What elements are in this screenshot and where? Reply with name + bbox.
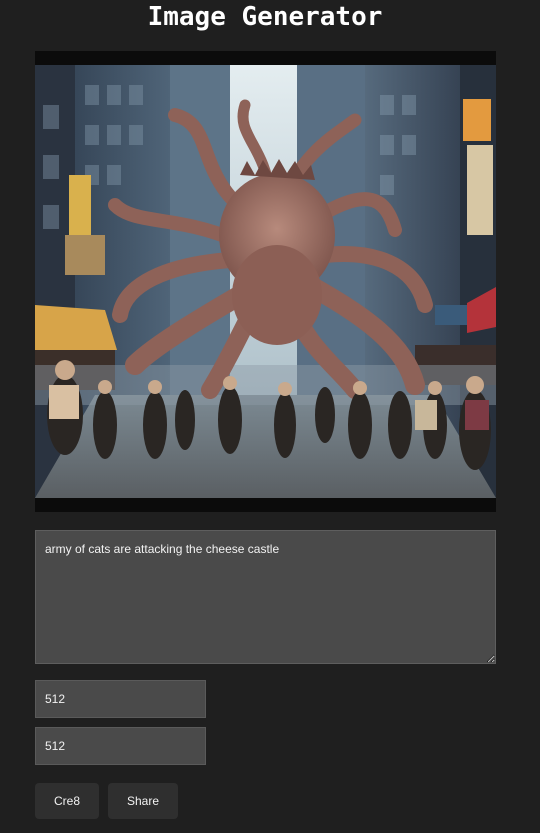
width-input[interactable] — [35, 680, 206, 718]
app-title: Image Generator — [147, 2, 383, 32]
generated-image-illustration — [35, 65, 496, 498]
share-button[interactable]: Share — [108, 783, 178, 819]
height-input[interactable] — [35, 727, 206, 765]
prompt-textarea[interactable]: army of cats are attacking the cheese ca… — [35, 530, 496, 664]
generated-image — [35, 51, 496, 512]
create-button[interactable]: Cre8 — [35, 783, 99, 819]
